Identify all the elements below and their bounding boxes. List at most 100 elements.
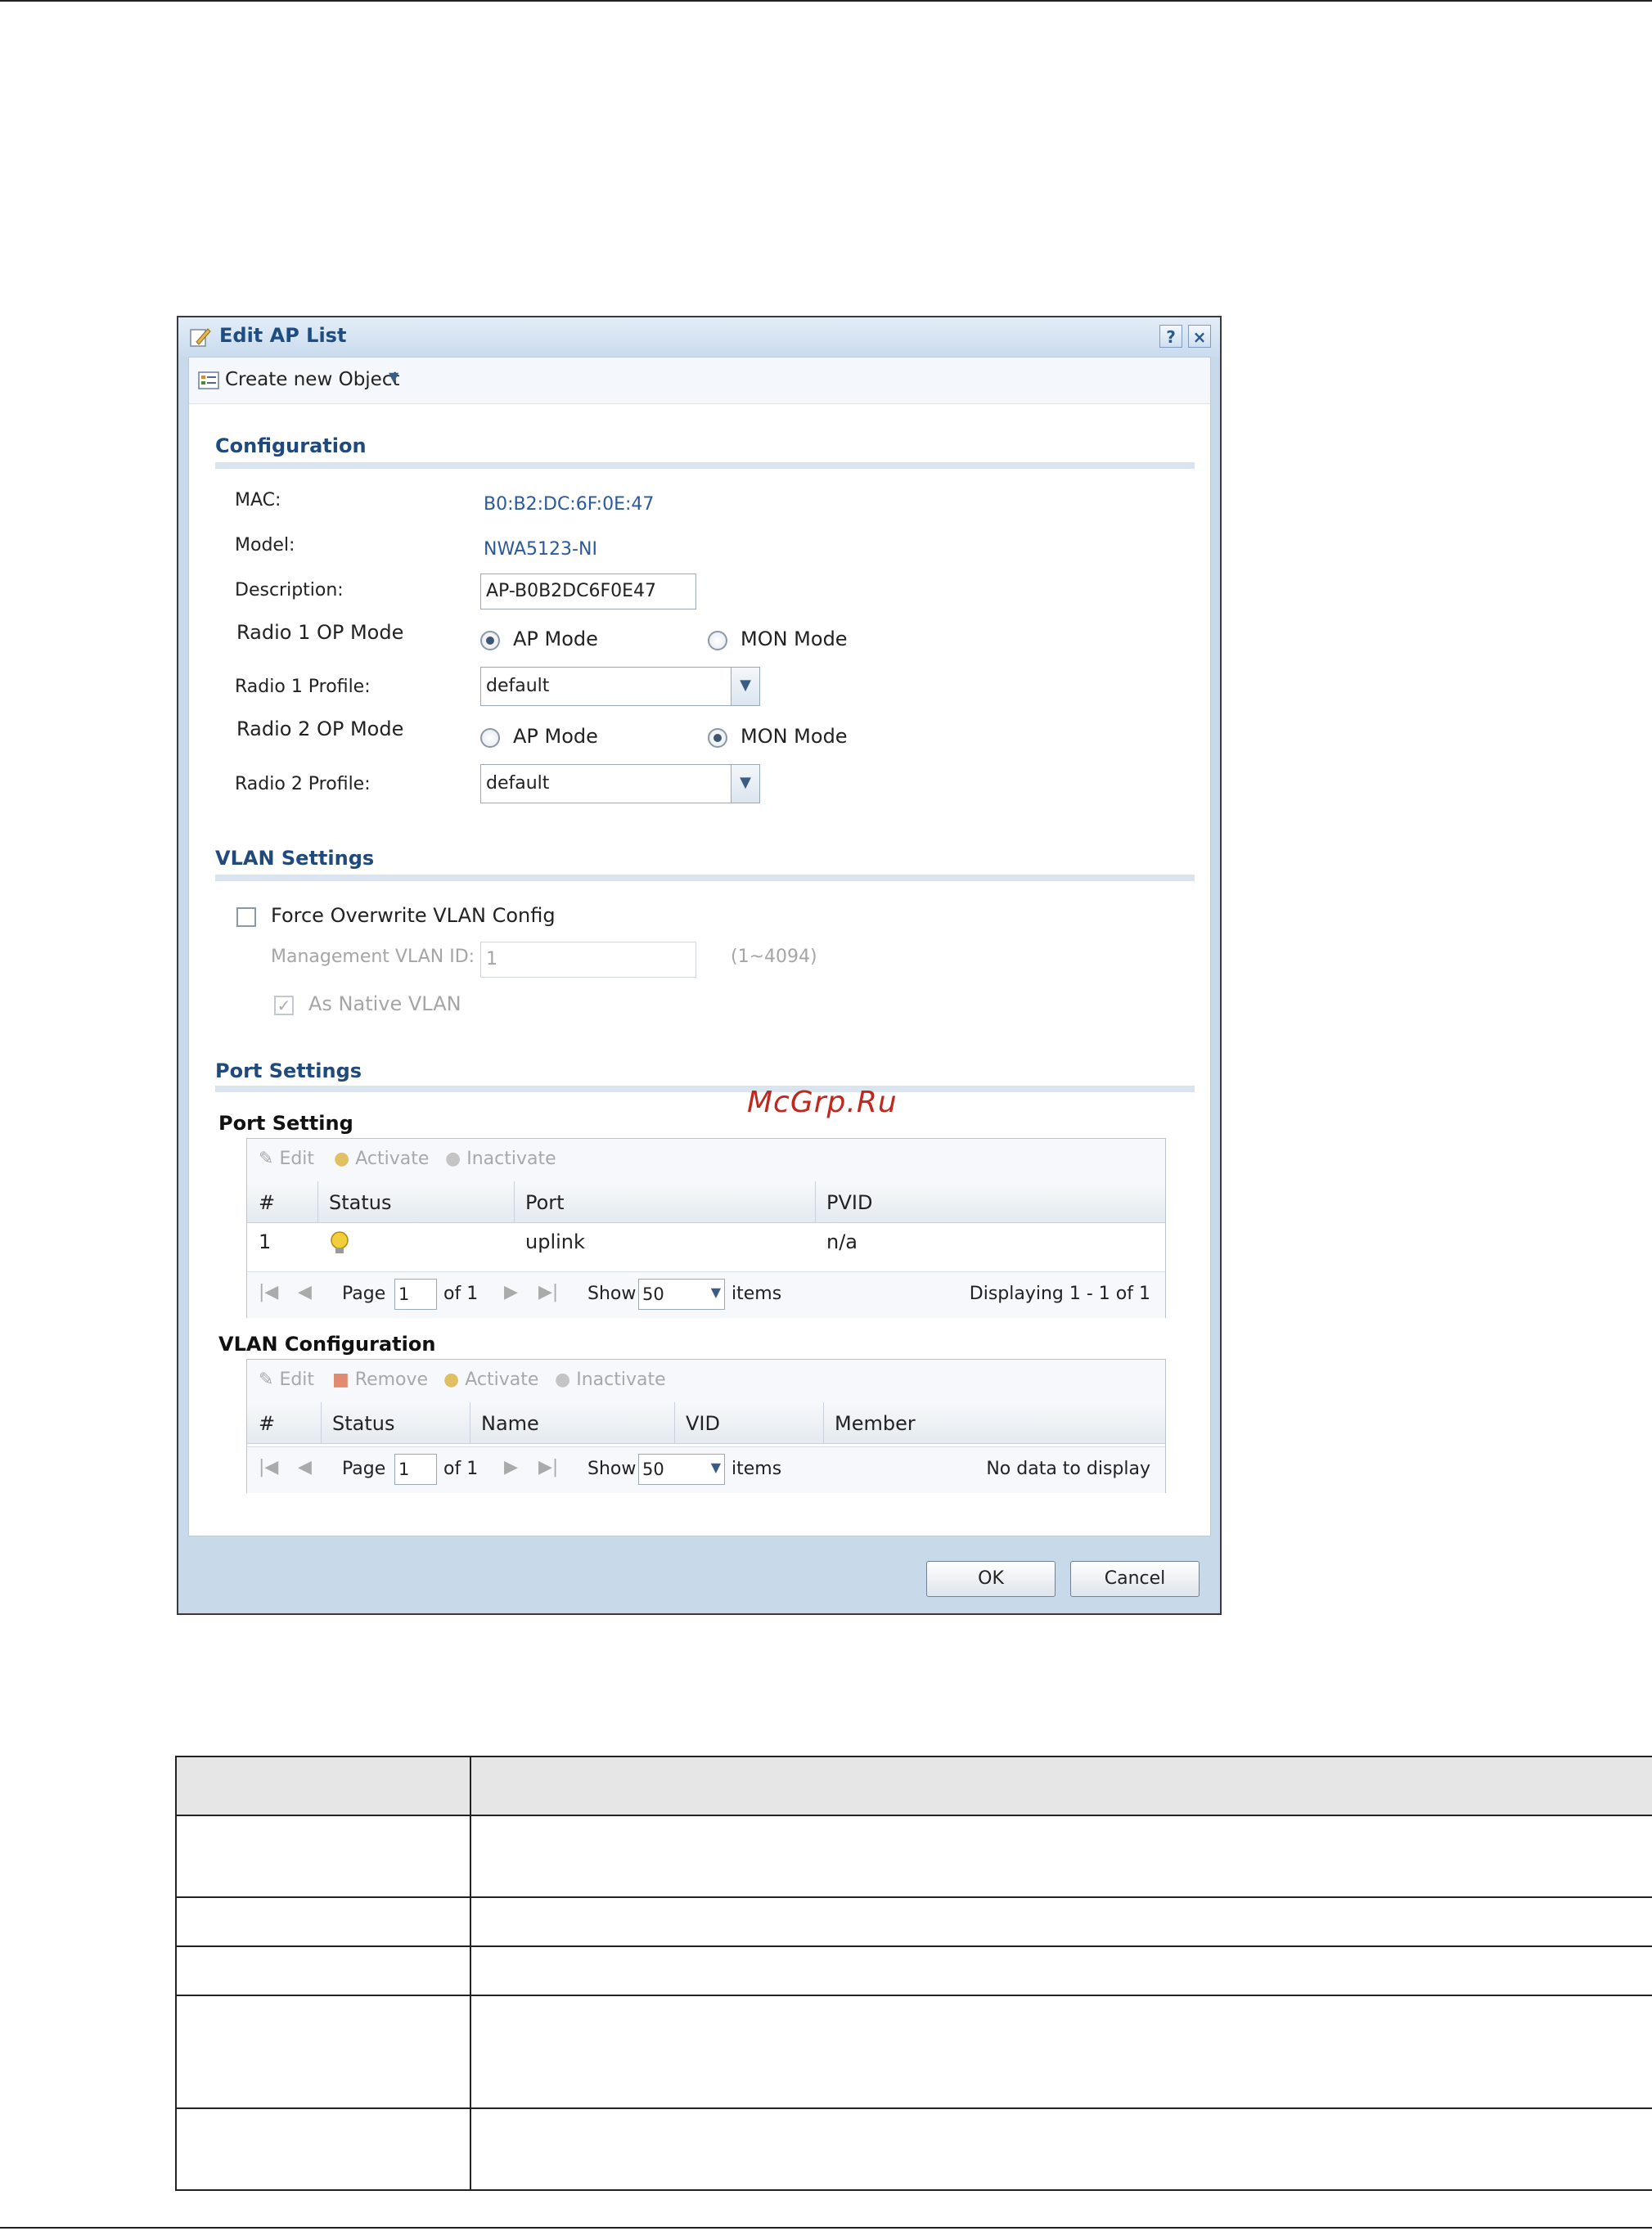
vlan-remove-label: Remove [354, 1370, 429, 1390]
first-page-icon[interactable]: |◀ [259, 1457, 278, 1478]
object-list-icon [198, 371, 219, 389]
page-size-select[interactable]: 50 ▼ [638, 1454, 725, 1485]
table-header-row [175, 1756, 1652, 1816]
radio2-ap-mode-radio[interactable] [480, 728, 500, 748]
col-separator [321, 1402, 322, 1443]
col-separator [815, 1181, 816, 1222]
port-setting-grid: ✎ Edit ● Activate ● Inactivate # Status … [246, 1138, 1166, 1318]
description-field[interactable]: AP-B0B2DC6F0E47 [480, 573, 696, 609]
prev-page-icon[interactable]: ◀ [298, 1282, 312, 1302]
edit-icon: ✎ [259, 1149, 274, 1169]
page-label: Page [342, 1284, 386, 1304]
port-activate-label: Activate [355, 1149, 430, 1169]
lightbulb-icon: ● [334, 1149, 350, 1169]
table-cell [469, 2107, 1652, 2191]
row-pvid: n/a [826, 1230, 858, 1253]
table-cell [175, 1815, 471, 1898]
prev-page-icon[interactable]: ◀ [298, 1457, 312, 1478]
vlan-inactivate-button[interactable]: ● Inactivate [555, 1370, 666, 1390]
edit-ap-list-dialog: Edit AP List ? × Create new Object ▼ Con… [177, 316, 1222, 1615]
chevron-down-icon: ▼ [710, 1460, 721, 1475]
page-size-value: 50 [642, 1460, 664, 1479]
radio1-mon-mode-radio[interactable] [708, 631, 727, 650]
chevron-down-icon: ▼ [731, 668, 759, 705]
page-size-select[interactable]: 50 ▼ [638, 1279, 725, 1310]
configuration-divider [215, 462, 1195, 469]
configuration-heading: Configuration [215, 434, 367, 457]
port-edit-label: Edit [279, 1149, 315, 1169]
table-cell [175, 1896, 471, 1947]
page-input[interactable]: 1 [394, 1279, 437, 1310]
vlan-activate-button[interactable]: ● Activate [443, 1370, 538, 1390]
cancel-button[interactable]: Cancel [1070, 1561, 1200, 1597]
next-page-icon[interactable]: ▶ [504, 1282, 518, 1302]
dialog-toolbar: Create new Object ▼ [189, 358, 1210, 404]
col-separator [514, 1181, 515, 1222]
close-button[interactable]: × [1188, 325, 1211, 348]
radio1-profile-select[interactable]: default ▼ [480, 667, 760, 706]
management-vlan-id-field[interactable]: 1 [480, 942, 696, 978]
chevron-down-icon: ▼ [731, 765, 759, 803]
col-header-num: # [259, 1412, 276, 1435]
table-header-cell [175, 1756, 471, 1816]
last-page-icon[interactable]: ▶| [538, 1457, 558, 1478]
table-row[interactable]: 1 uplink n/a [247, 1222, 1165, 1266]
help-button[interactable]: ? [1159, 325, 1182, 348]
as-native-vlan-label: As Native VLAN [308, 992, 461, 1015]
vlan-configuration-pager: |◀ ◀ Page 1 of 1 ▶ ▶| Show 50 ▼ items No… [247, 1446, 1165, 1493]
ok-button[interactable]: OK [926, 1561, 1056, 1597]
radio2-profile-label: Radio 2 Profile: [235, 774, 371, 794]
radio2-profile-select[interactable]: default ▼ [480, 764, 760, 803]
table-row [175, 1995, 1652, 2109]
vlan-edit-button[interactable]: ✎ Edit [259, 1370, 314, 1390]
model-label: Model: [235, 535, 295, 556]
radio2-mon-mode-radio[interactable] [708, 728, 727, 748]
lightbulb-on-icon [331, 1231, 349, 1253]
dialog-body: Create new Object ▼ Configuration MAC: B… [188, 357, 1211, 1536]
radio2-profile-value: default [486, 773, 550, 794]
next-page-icon[interactable]: ▶ [504, 1457, 518, 1478]
port-activate-button[interactable]: ● Activate [334, 1149, 429, 1169]
port-settings-heading: Port Settings [215, 1059, 362, 1082]
col-header-status: Status [329, 1191, 392, 1214]
as-native-vlan-checkbox[interactable]: ✓ [274, 996, 294, 1015]
vlan-activate-label: Activate [465, 1370, 539, 1390]
description-label: Description: [235, 580, 344, 600]
vlan-settings-heading: VLAN Settings [215, 847, 375, 870]
col-header-status: Status [332, 1412, 395, 1435]
table-cell [175, 1945, 471, 1996]
vlan-configuration-grid: ✎ Edit ■ Remove ● Activate ● Inactivate … [246, 1359, 1166, 1493]
radio2-mon-mode-label: MON Mode [740, 725, 848, 748]
show-label: Show [587, 1459, 637, 1479]
port-edit-button[interactable]: ✎ Edit [259, 1149, 314, 1169]
vlan-remove-button[interactable]: ■ Remove [332, 1370, 428, 1390]
lightbulb-icon: ● [443, 1370, 460, 1390]
radio1-ap-mode-radio[interactable] [480, 631, 500, 650]
vlan-configuration-toolbar: ✎ Edit ■ Remove ● Activate ● Inactivate [247, 1360, 1165, 1403]
field-description-table [175, 1756, 1652, 2191]
col-separator [317, 1181, 318, 1222]
port-settings-divider [215, 1086, 1195, 1092]
col-header-member: Member [835, 1412, 916, 1435]
page-input[interactable]: 1 [394, 1454, 437, 1485]
lightbulb-off-icon: ● [445, 1149, 461, 1169]
vlan-configuration-header: # Status Name VID Member [247, 1402, 1165, 1444]
port-setting-pager: |◀ ◀ Page 1 of 1 ▶ ▶| Show 50 ▼ items Di… [247, 1271, 1165, 1318]
radio1-mode-label: Radio 1 OP Mode [236, 621, 404, 644]
table-row [175, 1945, 1652, 1996]
force-overwrite-vlan-checkbox[interactable] [236, 907, 256, 927]
table-cell [175, 1995, 471, 2109]
vlan-configuration-title: VLAN Configuration [218, 1333, 436, 1356]
trash-icon: ■ [332, 1370, 349, 1390]
table-cell [469, 1995, 1652, 2109]
port-inactivate-button[interactable]: ● Inactivate [445, 1149, 556, 1169]
radio2-ap-mode-label: AP Mode [513, 725, 598, 748]
vlan-edit-label: Edit [279, 1370, 315, 1390]
chevron-down-icon: ▼ [389, 369, 399, 385]
radio1-mon-mode-label: MON Mode [740, 627, 848, 650]
page-label: Page [342, 1459, 386, 1479]
last-page-icon[interactable]: ▶| [538, 1282, 558, 1302]
edit-icon [190, 328, 211, 347]
first-page-icon[interactable]: |◀ [259, 1282, 278, 1302]
vlan-inactivate-label: Inactivate [576, 1370, 666, 1390]
